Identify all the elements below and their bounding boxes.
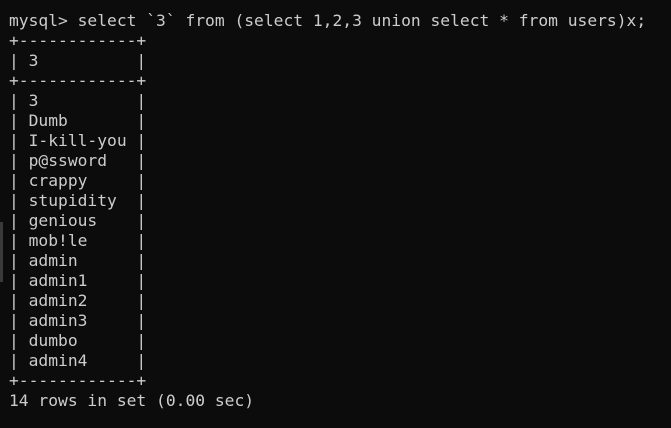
table-border-bottom: +------------+ xyxy=(9,371,147,390)
command-line: mysql> select `3` from (select 1,2,3 uni… xyxy=(9,11,647,30)
result-summary: 14 rows in set (0.00 sec) xyxy=(9,391,255,410)
table-row: | mob!le | xyxy=(9,231,147,250)
scrollbar-thumb[interactable] xyxy=(0,222,3,282)
terminal-console[interactable]: mysql> select `3` from (select 1,2,3 uni… xyxy=(0,0,671,428)
table-row: | dumbo | xyxy=(9,331,147,350)
table-row: | genious | xyxy=(9,211,147,230)
table-row: | crappy | xyxy=(9,171,147,190)
table-row: | Dumb | xyxy=(9,111,147,130)
table-row: | I-kill-you | xyxy=(9,131,147,150)
table-row: | admin1 | xyxy=(9,271,147,290)
table-row: | admin2 | xyxy=(9,291,147,310)
table-row: | admin3 | xyxy=(9,311,147,330)
table-row: | 3 | xyxy=(9,91,147,110)
table-border-middle: +------------+ xyxy=(9,71,147,90)
table-row: | p@ssword | xyxy=(9,151,147,170)
table-row: | admin | xyxy=(9,251,147,270)
table-header: | 3 | xyxy=(9,51,147,70)
table-row: | admin4 | xyxy=(9,351,147,370)
table-border-top: +------------+ xyxy=(9,31,147,50)
table-row: | stupidity | xyxy=(9,191,147,210)
